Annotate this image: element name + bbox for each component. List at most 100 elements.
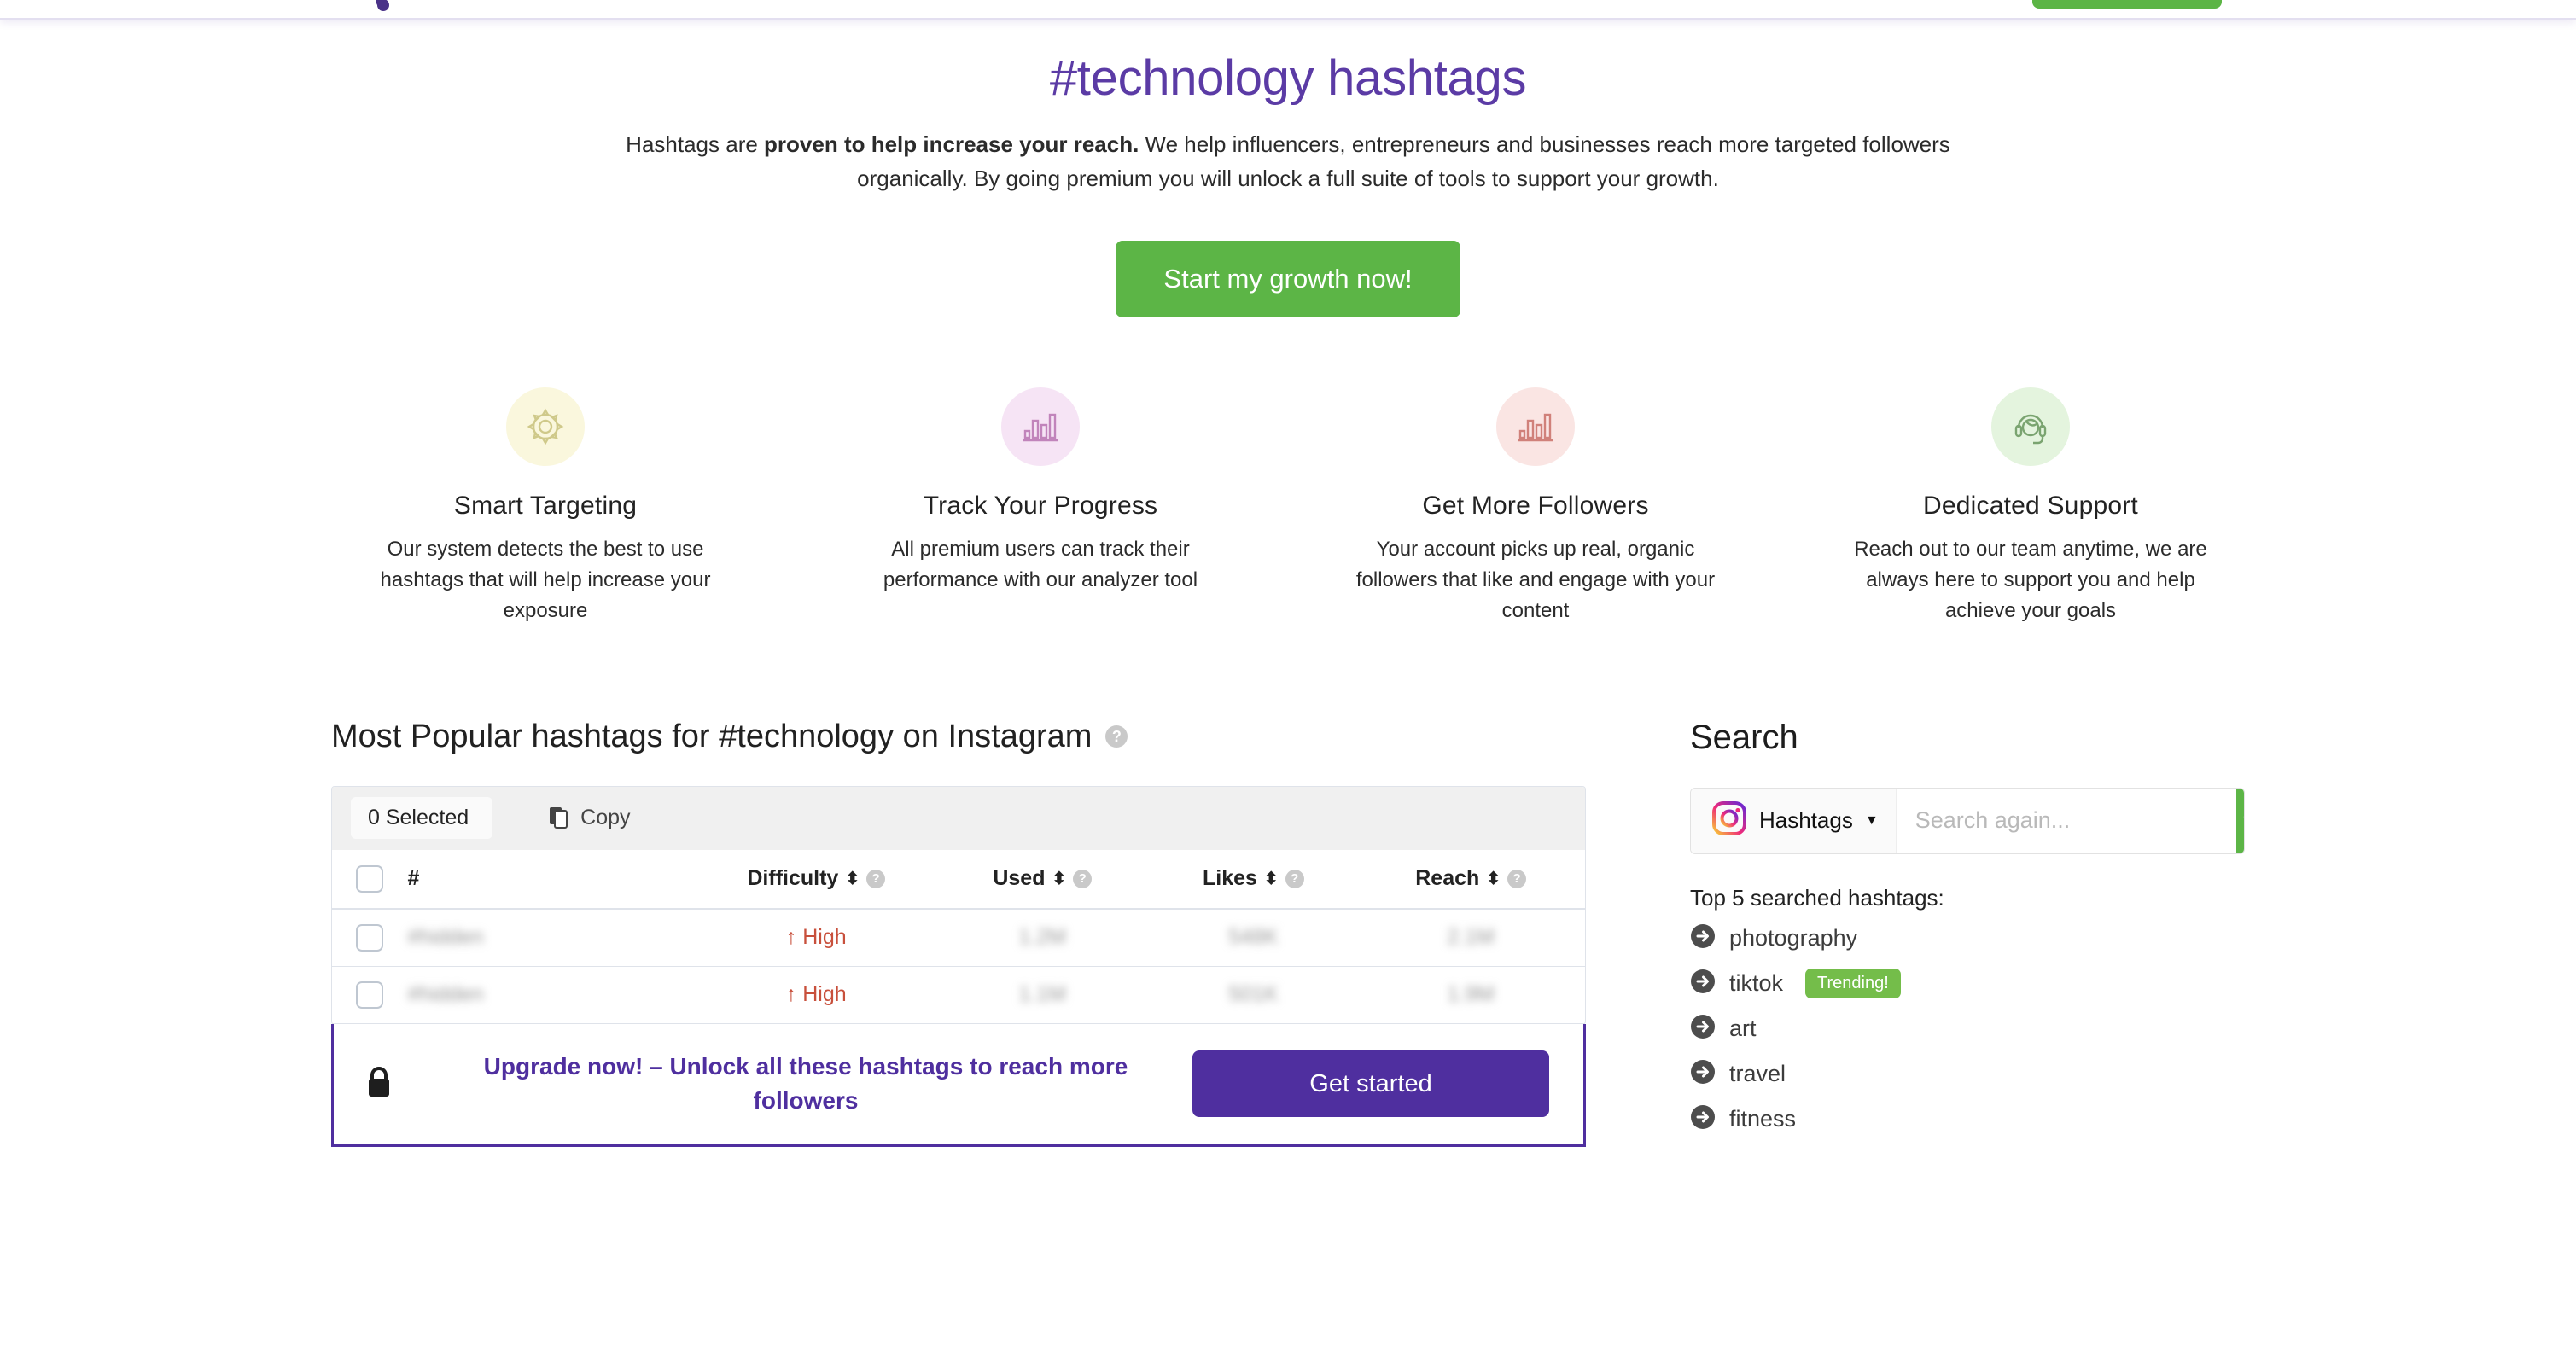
feature-title: Track Your Progress — [923, 491, 1158, 520]
start-growth-button[interactable]: Start my growth now! — [1116, 240, 1460, 317]
trending-badge: Trending! — [1805, 968, 1901, 998]
row-select-cell — [332, 908, 408, 967]
feature-title: Dedicated Support — [1923, 491, 2138, 520]
row-select-cell — [332, 966, 408, 1024]
feature-smart-targeting: Smart Targeting Our system detects the b… — [332, 387, 759, 626]
row-checkbox[interactable] — [356, 981, 384, 1009]
likes-help-icon[interactable]: ? — [1285, 869, 1304, 888]
search-icon — [2241, 806, 2244, 835]
row-hashtag-cell: #hidden — [407, 966, 698, 1024]
column-used-inner: Used ⬍ ? — [993, 866, 1093, 891]
flower-logo-icon[interactable] — [354, 0, 465, 14]
row-difficulty-cell: ↑ High — [697, 908, 935, 967]
row-used-value: 1.1M — [1018, 982, 1067, 1007]
reach-help-icon[interactable]: ? — [1507, 869, 1527, 888]
top5-hashtag-name: tiktok — [1729, 969, 1784, 996]
results-heading-row: Most Popular hashtags for #technology on… — [331, 719, 1586, 755]
sort-toggle-icon[interactable]: ⬍ — [1052, 870, 1066, 888]
bar-chart-icon-circle — [1496, 387, 1575, 466]
select-all-checkbox[interactable] — [356, 864, 384, 893]
headset-support-icon — [2011, 407, 2050, 446]
column-difficulty-inner: Difficulty ⬍ ? — [747, 866, 886, 891]
lower-content: Most Popular hashtags for #technology on… — [331, 719, 2245, 1149]
upgrade-banner: Upgrade now! – Unlock all these hashtags… — [331, 1023, 1586, 1147]
column-likes[interactable]: Likes ⬍ ? — [1150, 849, 1357, 910]
gear-icon — [526, 407, 565, 446]
arrow-right-circle-icon — [1690, 969, 1716, 998]
column-hashtag-inner: # — [408, 866, 420, 891]
top5-label: Top 5 searched hashtags: — [1690, 884, 1944, 911]
table-body: #hidden ↑ High 1.2M 548K 2.1M #hidden ↑ … — [332, 908, 1585, 1024]
difficulty-badge: ↑ High — [786, 982, 847, 1007]
sort-toggle-icon[interactable]: ⬍ — [1486, 870, 1501, 888]
bar-chart-icon — [1021, 408, 1060, 445]
hero-cta-wrapper: Start my growth now! — [0, 240, 2576, 317]
search-submit-button[interactable] — [2235, 788, 2244, 853]
lock-icon — [364, 1064, 393, 1104]
difficulty-badge: ↑ High — [786, 925, 847, 950]
top5-hashtag-name: fitness — [1729, 1105, 1797, 1132]
selected-count-chip: 0 Selected — [351, 797, 493, 840]
row-used-cell: 1.1M — [935, 966, 1151, 1024]
difficulty-help-icon[interactable]: ? — [866, 869, 886, 888]
list-item[interactable]: tiktok Trending! — [1690, 968, 2245, 998]
feature-description: Our system detects the best to use hasht… — [380, 537, 711, 622]
hashtag-results-column: Most Popular hashtags for #technology on… — [331, 719, 1586, 1147]
search-input[interactable] — [1896, 788, 2236, 853]
get-started-button[interactable]: Get started — [1192, 1050, 1549, 1118]
list-item[interactable]: photography — [1690, 923, 2245, 953]
used-help-icon[interactable]: ? — [1073, 869, 1093, 888]
row-used-cell: 1.2M — [935, 908, 1151, 967]
row-checkbox[interactable] — [356, 923, 384, 952]
table-row[interactable]: #hidden ↑ High 1.2M 548K 2.1M — [332, 908, 1585, 967]
column-used[interactable]: Used ⬍ ? — [935, 849, 1151, 910]
feature-description: All premium users can track their perfor… — [883, 537, 1198, 591]
list-item[interactable]: fitness — [1690, 1104, 2245, 1134]
arrow-right-circle-icon — [1690, 1059, 1716, 1089]
column-difficulty[interactable]: Difficulty ⬍ ? — [697, 849, 935, 910]
bar-chart-icon-circle — [1001, 387, 1080, 466]
arrow-right-circle-icon — [1690, 1014, 1716, 1044]
search-sidebar: Search Hashtags ▼ Search again... Top 5 … — [1690, 719, 2245, 1149]
table-toolbar: 0 Selected Copy — [332, 786, 1585, 850]
search-type-dropdown[interactable]: Hashtags ▼ — [1691, 788, 1897, 853]
list-item[interactable]: art — [1690, 1014, 2245, 1044]
column-likes-label: Likes — [1202, 866, 1257, 891]
hashtag-table: # Difficulty ⬍ ? Used ⬍ ? Likes ⬍ ? Reac… — [332, 849, 1585, 1024]
results-heading-help-icon[interactable]: ? — [1105, 725, 1128, 748]
copy-button[interactable]: Copy — [549, 806, 631, 830]
sort-toggle-icon[interactable]: ⬍ — [1264, 870, 1279, 888]
arrow-right-circle-icon — [1690, 1104, 1716, 1134]
copy-icon — [549, 806, 570, 830]
row-likes-value: 548K — [1228, 925, 1279, 950]
row-hashtag-value: #hidden — [407, 925, 484, 950]
hashtag-table-card: 0 Selected Copy # Difficulty ⬍ ? Used ⬍ … — [331, 785, 1586, 1025]
list-item[interactable]: travel — [1690, 1059, 2245, 1089]
top5-hashtag-name: travel — [1729, 1060, 1786, 1086]
top5-hashtag-name: photography — [1729, 924, 1858, 951]
sort-toggle-icon[interactable]: ⬍ — [845, 870, 860, 888]
column-hashtag: # — [407, 849, 698, 910]
row-likes-cell: 548K — [1150, 908, 1357, 967]
feature-title: Smart Targeting — [453, 491, 638, 520]
hero-description: Hashtags are proven to help increase you… — [614, 127, 1962, 196]
column-likes-inner: Likes ⬍ ? — [1203, 866, 1304, 891]
table-row[interactable]: #hidden ↑ High 1.1M 501K 1.9M — [332, 966, 1585, 1024]
upgrade-message: Upgrade now! – Unlock all these hashtags… — [483, 1052, 1128, 1114]
column-hashtag-label: # — [407, 866, 420, 891]
instagram-icon — [1711, 800, 1747, 841]
row-difficulty-cell: ↑ High — [697, 966, 935, 1024]
top5-list: photography tiktok Trending! art travel … — [1690, 923, 2245, 1134]
top5-hashtag-name: art — [1729, 1015, 1757, 1041]
navbar-cta-button[interactable] — [2032, 0, 2222, 9]
chevron-down-icon: ▼ — [1864, 812, 1879, 828]
hero-section: #technology hashtags Hashtags are proven… — [0, 20, 2576, 317]
column-reach[interactable]: Reach ⬍ ? — [1356, 849, 1585, 910]
feature-track-progress: Track Your Progress All premium users ca… — [827, 387, 1254, 626]
difficulty-value: High — [802, 982, 847, 1007]
row-likes-cell: 501K — [1150, 966, 1357, 1024]
select-all-header — [332, 849, 408, 910]
row-hashtag-cell: #hidden — [407, 908, 698, 967]
feature-description: Your account picks up real, organic foll… — [1355, 537, 1716, 622]
top-navbar — [0, 0, 2576, 20]
